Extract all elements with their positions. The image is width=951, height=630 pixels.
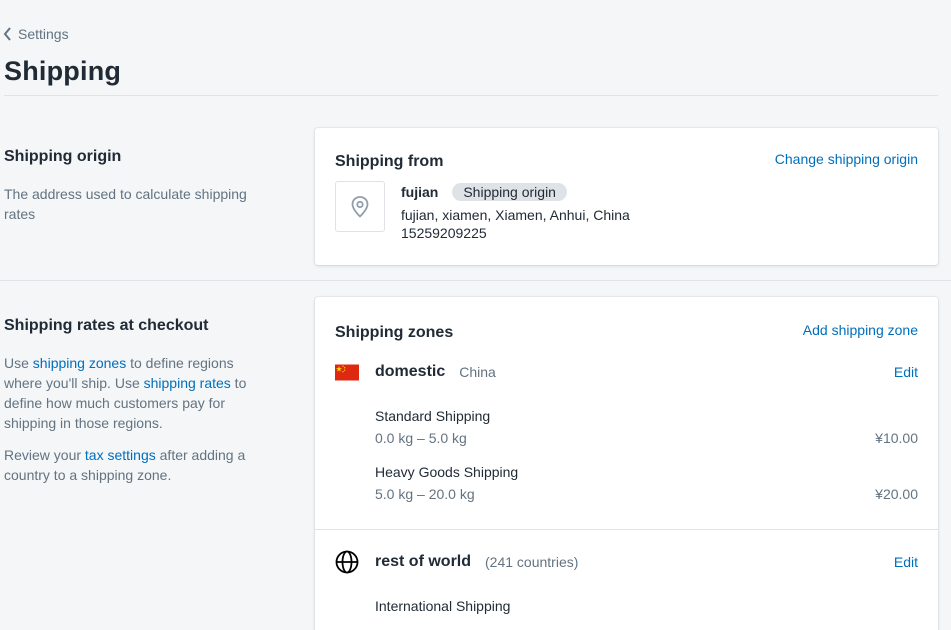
edit-zone-button[interactable]: Edit [894,364,918,380]
shipping-zones-link[interactable]: shipping zones [33,355,126,371]
origin-section-description: The address used to calculate shipping r… [4,186,247,222]
rates-text: Review your [4,447,85,463]
rate-row: Standard Shipping 0.0 kg – 5.0 kg ¥10.00 [335,408,918,446]
china-flag-icon [335,364,359,380]
rate-price: ¥20.00 [875,486,918,502]
zone-domestic: domestic China Edit Standard Shipping 0.… [315,360,938,502]
zone-name: domestic [375,363,446,380]
rate-range: 5.0 kg – 20.0 kg [375,486,475,502]
section-divider [0,280,951,281]
rates-section-paragraph-1: Use shipping zones to define regions whe… [4,353,254,433]
rates-text: Use [4,355,33,371]
origin-address: fujian, xiamen, Xiamen, Anhui, China [401,207,630,223]
shipping-rates-link[interactable]: shipping rates [144,375,231,391]
breadcrumb[interactable]: Settings [3,26,69,42]
tax-settings-link[interactable]: tax settings [85,447,156,463]
zone-name: rest of world [375,553,472,570]
zone-rest-of-world: rest of world (241 countries) Edit Inter… [315,550,938,614]
rates-annotation: Shipping rates at checkout Use shipping … [4,317,254,497]
page-title: Shipping [4,56,122,86]
rate-name: Standard Shipping [375,408,491,424]
origin-section-title: Shipping origin [4,148,122,165]
rates-section-title: Shipping rates at checkout [4,317,209,334]
zone-divider [315,529,938,530]
rate-price: ¥10.00 [875,430,918,446]
add-shipping-zone-link[interactable]: Add shipping zone [803,322,918,338]
origin-phone: 15259209225 [401,225,487,241]
shipping-zones-title: Shipping zones [335,324,454,341]
globe-icon [335,550,359,574]
rate-name: Heavy Goods Shipping [375,464,519,480]
origin-annotation: Shipping origin The address used to calc… [4,148,254,236]
shipping-from-card: Shipping from Change shipping origin fuj… [315,128,938,265]
title-divider [4,95,938,96]
origin-name: fujian [401,184,439,200]
rates-section-paragraph-2: Review your tax settings after adding a … [4,445,254,485]
rate-range: 0.0 kg – 5.0 kg [375,430,467,446]
shipping-origin-badge: Shipping origin [452,183,567,201]
edit-zone-button[interactable]: Edit [894,554,918,570]
zone-countries: (241 countries) [485,554,579,570]
shipping-from-title: Shipping from [335,153,444,170]
breadcrumb-settings-link[interactable]: Settings [18,26,69,42]
rate-row: International Shipping [335,598,918,614]
change-shipping-origin-link[interactable]: Change shipping origin [775,151,918,167]
rate-name: International Shipping [375,598,511,614]
rate-row: Heavy Goods Shipping 5.0 kg – 20.0 kg ¥2… [335,464,918,502]
shipping-zones-card: Shipping zones Add shipping zone domesti… [315,297,938,630]
zone-countries: China [459,364,496,380]
location-pin-icon [335,181,385,232]
chevron-left-icon [3,27,11,41]
